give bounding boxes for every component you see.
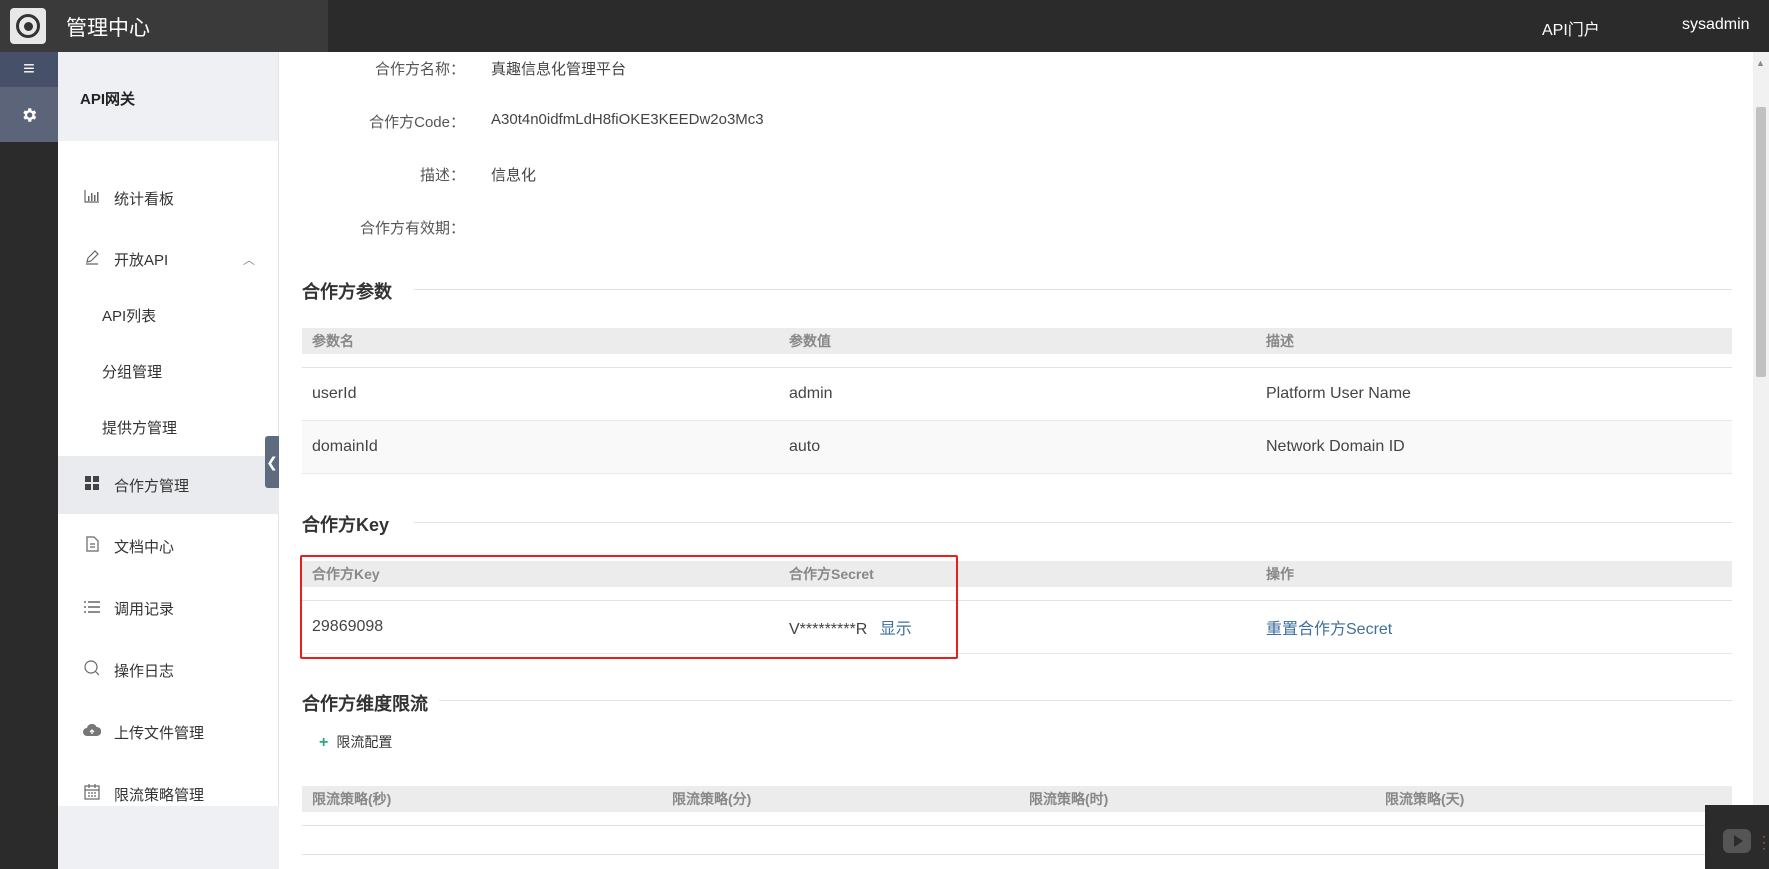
brand-area: 管理中心 <box>0 0 328 52</box>
sidebar-item-api-list[interactable]: API列表 <box>58 286 279 344</box>
sidebar-item-call-records[interactable]: 调用记录 <box>58 579 279 637</box>
main-content: 合作方名称： 真趣信息化管理平台 合作方Code： A30t4n0idfmLdH… <box>279 52 1753 869</box>
sidebar-item-docs[interactable]: 文档中心 <box>58 517 279 575</box>
param-description: Network Domain ID <box>1266 438 1405 455</box>
app-logo-icon[interactable] <box>10 8 46 44</box>
chevron-up-icon[interactable]: ︿ <box>243 251 255 268</box>
sidebar-item-label: 调用记录 <box>114 600 175 618</box>
param-value: auto <box>789 438 821 455</box>
params-table-header: 参数名 参数值 描述 <box>302 328 1732 354</box>
rate-limit-config-button[interactable]: + 限流配置 <box>319 732 392 752</box>
table-row: domainId auto Network Domain ID <box>302 421 1732 474</box>
cloud-upload-icon <box>82 723 102 741</box>
column-header: 操作 <box>1266 566 1294 582</box>
sidebar-item-provider-management[interactable]: 提供方管理 <box>58 398 279 456</box>
sidebar-item-label: 合作方管理 <box>114 477 190 495</box>
key-section-title: 合作方Key <box>302 515 390 535</box>
sidebar-item-label: 限流策略管理 <box>114 786 205 804</box>
partner-name-value: 真趣信息化管理平台 <box>491 61 627 78</box>
column-header: 参数名 <box>312 333 354 349</box>
reset-secret-link[interactable]: 重置合作方Secret <box>1266 615 1392 639</box>
sidebar-item-label: 开放API <box>114 251 169 269</box>
list-icon <box>82 600 102 617</box>
plus-icon: + <box>319 734 329 751</box>
table-row: userId admin Platform User Name <box>302 368 1732 421</box>
button-label: 限流配置 <box>336 734 393 750</box>
sidebar-item-dashboard[interactable]: 统计看板 <box>58 169 279 227</box>
param-value: admin <box>789 385 833 402</box>
param-description: Platform User Name <box>1266 385 1411 402</box>
section-divider <box>414 289 1732 290</box>
gear-icon[interactable] <box>0 87 58 142</box>
partner-name-row: 合作方名称： 真趣信息化管理平台 <box>279 52 1753 82</box>
partner-code-row: 合作方Code： A30t4n0idfmLdH8fiOKE3KEEDw2o3Mc… <box>279 105 1753 135</box>
highlight-box <box>300 555 958 659</box>
table-divider <box>302 854 1732 855</box>
partner-description-value: 信息化 <box>491 167 537 184</box>
field-label: 合作方Code： <box>369 114 465 131</box>
column-header: 限流策略(秒) <box>312 791 392 807</box>
more-dots-icon[interactable]: · · · <box>1762 830 1766 854</box>
column-header: 描述 <box>1266 333 1294 349</box>
api-portal-link[interactable]: API门户 <box>1542 16 1600 40</box>
sidebar-item-label: 提供方管理 <box>102 419 178 437</box>
field-label: 合作方名称： <box>374 61 465 78</box>
icon-rail: ≡ <box>0 52 58 869</box>
sidebar-item-rate-limit-policy[interactable]: 限流策略管理 <box>58 765 279 823</box>
sidebar-item-label: 分组管理 <box>102 363 163 381</box>
document-icon <box>82 536 102 556</box>
user-menu[interactable]: sysadmin <box>1682 16 1750 34</box>
field-label: 合作方有效期： <box>359 220 465 237</box>
partner-description-row: 描述： 信息化 <box>279 158 1753 188</box>
scroll-thumb[interactable] <box>1756 107 1766 377</box>
search-icon <box>82 660 102 680</box>
partner-code-value: A30t4n0idfmLdH8fiOKE3KEEDw2o3Mc3 <box>491 111 764 128</box>
pencil-icon <box>82 249 102 269</box>
rate-limit-table-header: 限流策略(秒) 限流策略(分) 限流策略(时) 限流策略(天) <box>302 786 1732 812</box>
top-bar: 管理中心 API门户 sysadmin <box>0 0 1769 52</box>
sidebar-item-operation-log[interactable]: 操作日志 <box>58 641 279 699</box>
table-divider <box>302 825 1732 826</box>
section-divider <box>439 700 1732 701</box>
column-header: 限流策略(时) <box>1029 791 1109 807</box>
partner-validity-row: 合作方有效期： <box>279 211 1753 241</box>
rate-limit-section-title: 合作方维度限流 <box>302 694 428 714</box>
floating-widget[interactable]: · · · <box>1705 805 1769 869</box>
sidebar-item-open-api[interactable]: 开放API ︿ <box>58 230 279 288</box>
param-name: domainId <box>312 438 378 455</box>
sidebar-item-group-management[interactable]: 分组管理 <box>58 342 279 400</box>
sidebar-section-title: API网关 <box>58 52 278 141</box>
sidebar-item-label: 上传文件管理 <box>114 724 205 742</box>
menu-toggle-icon[interactable]: ≡ <box>0 52 58 87</box>
column-header: 限流策略(分) <box>672 791 752 807</box>
bar-chart-icon <box>82 189 102 207</box>
sidebar-item-label: 文档中心 <box>114 538 175 556</box>
column-header: 限流策略(天) <box>1385 791 1465 807</box>
sidebar-item-label: API列表 <box>102 307 157 325</box>
calendar-icon <box>82 784 102 804</box>
sidebar-item-label: 操作日志 <box>114 662 175 680</box>
section-divider <box>414 522 1732 523</box>
field-label: 描述： <box>419 167 465 184</box>
sidebar-collapse-button[interactable]: ❮ <box>265 436 279 488</box>
vertical-scrollbar[interactable]: ▲ <box>1753 52 1769 869</box>
sidebar-item-upload-files[interactable]: 上传文件管理 <box>58 703 279 761</box>
play-icon <box>1723 829 1751 853</box>
sidebar-item-label: 统计看板 <box>114 190 175 208</box>
grid-icon <box>82 476 102 494</box>
scroll-up-icon[interactable]: ▲ <box>1756 58 1765 68</box>
column-header: 参数值 <box>789 333 831 349</box>
param-name: userId <box>312 385 357 402</box>
sidebar: API网关 统计看板 开放API ︿ API列表 分组管理 提供方管理 合作方管… <box>58 52 279 869</box>
app-title: 管理中心 <box>66 17 150 40</box>
params-section-title: 合作方参数 <box>302 282 392 302</box>
sidebar-item-partner-management[interactable]: 合作方管理 <box>58 456 279 514</box>
